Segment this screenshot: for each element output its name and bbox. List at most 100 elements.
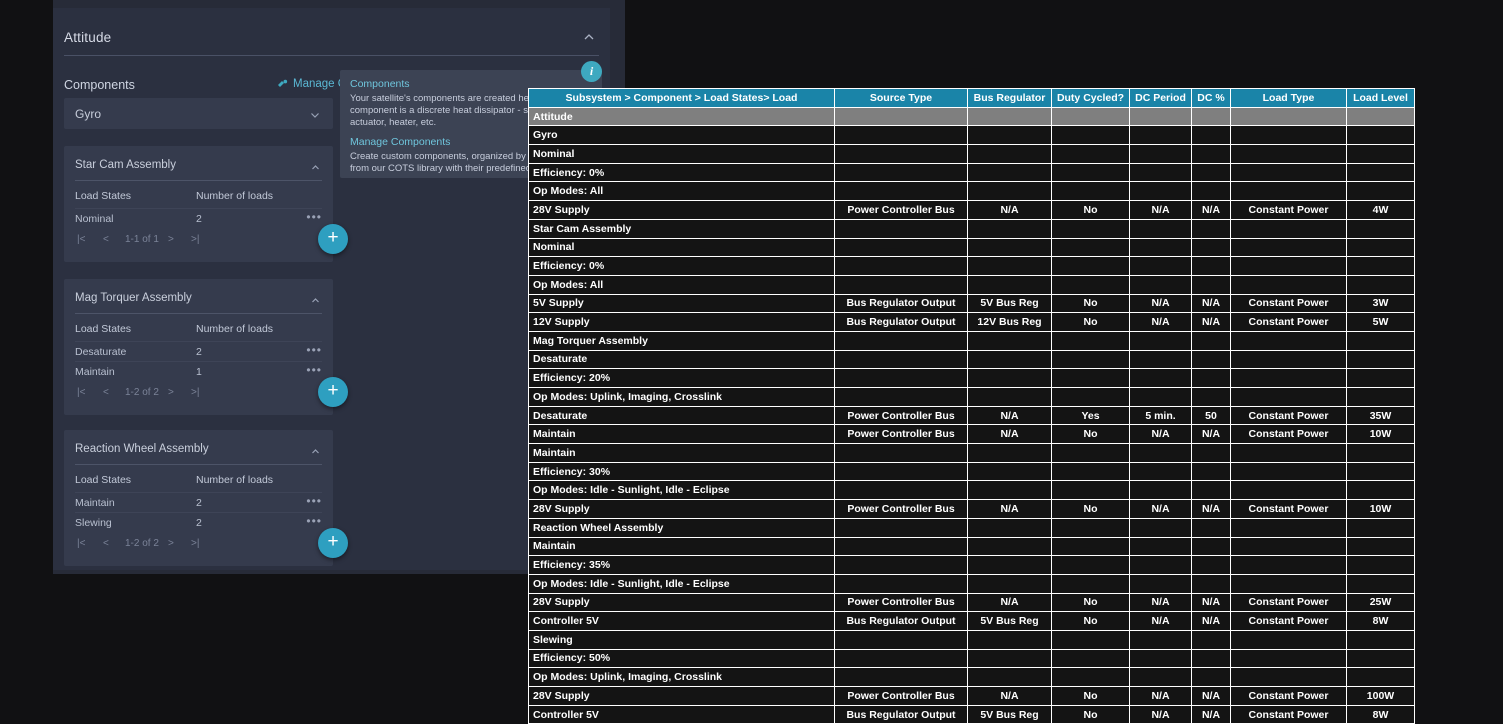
table-group-row[interactable]: Attitude <box>528 106 1415 127</box>
table-cell <box>1129 387 1192 407</box>
pager-next-button[interactable]: > <box>168 387 174 398</box>
table-cell <box>1051 573 1130 594</box>
pager-next-button[interactable]: > <box>168 538 174 549</box>
table-cell: Controller 5V <box>528 611 835 631</box>
table-cell <box>1051 218 1130 239</box>
table-row[interactable]: Mag Torquer Assembly <box>528 330 1415 351</box>
column-header[interactable]: DC % <box>1191 88 1231 108</box>
table-row[interactable]: Op Modes: Idle - Sunlight, Idle - Eclips… <box>528 573 1415 594</box>
table-row[interactable]: Gyro <box>528 125 1415 146</box>
load-state-row[interactable]: Nominal 2 ••• <box>75 208 322 228</box>
table-cell <box>834 274 968 295</box>
table-cell <box>1230 330 1347 351</box>
table-row[interactable]: Op Modes: Uplink, Imaging, Crosslink <box>528 387 1415 407</box>
pager-prev-button[interactable]: < <box>103 234 109 245</box>
pager-first-button[interactable]: |< <box>77 387 85 398</box>
app-root: Attitude Components Manage Components Gy… <box>0 0 1503 724</box>
load-state-row[interactable]: Slewing 2 ••• <box>75 512 322 532</box>
table-row[interactable]: Maintain <box>528 536 1415 557</box>
load-state-row[interactable]: Maintain 2 ••• <box>75 492 322 512</box>
pager-last-button[interactable]: >| <box>191 538 199 549</box>
load-state-row[interactable]: Maintain 1 ••• <box>75 361 322 381</box>
table-row[interactable]: Desaturate <box>528 349 1415 370</box>
table-cell: N/A <box>1129 424 1192 445</box>
column-header[interactable]: Bus Regulator <box>967 88 1052 108</box>
table-row[interactable]: Controller 5V Bus Regulator Output 5V Bus … <box>528 611 1415 631</box>
table-row[interactable]: Efficiency: 0% <box>528 256 1415 276</box>
row-menu-icon[interactable]: ••• <box>306 210 322 224</box>
row-menu-icon[interactable]: ••• <box>306 514 322 528</box>
panel-header[interactable]: Attitude <box>53 8 610 54</box>
pager-last-button[interactable]: >| <box>191 387 199 398</box>
pager-prev-button[interactable]: < <box>103 538 109 549</box>
table-cell: Constant Power <box>1230 200 1347 220</box>
table-row[interactable]: 5V Supply Bus Regulator Output 5V Bus Reg N… <box>528 293 1415 314</box>
table-cell: 12V Supply <box>528 312 835 332</box>
column-header[interactable]: Load Level <box>1346 88 1415 108</box>
info-icon[interactable]: i <box>581 61 602 82</box>
row-menu-icon[interactable]: ••• <box>306 343 322 357</box>
table-cell <box>834 237 968 258</box>
table-cell <box>967 125 1052 146</box>
table-row[interactable]: 12V Supply Bus Regulator Output 12V Bus Re… <box>528 312 1415 332</box>
table-row[interactable]: Nominal <box>528 144 1415 164</box>
table-cell: 3W <box>1346 293 1415 314</box>
table-row[interactable]: Efficiency: 35% <box>528 555 1415 575</box>
column-header[interactable]: Load Type <box>1230 88 1347 108</box>
table-row[interactable]: Op Modes: Idle - Sunlight, Idle - Eclips… <box>528 480 1415 501</box>
pager-first-button[interactable]: |< <box>77 538 85 549</box>
table-cell <box>967 480 1052 501</box>
column-header[interactable]: Source Type <box>834 88 968 108</box>
table-row[interactable]: Maintain <box>528 443 1415 463</box>
table-row[interactable]: Slewing <box>528 629 1415 650</box>
add-load-button[interactable]: + <box>318 224 348 254</box>
table-row[interactable]: Maintain Power Controller Bus N/A No N/A N/A C… <box>528 424 1415 445</box>
load-state-row[interactable]: Desaturate 2 ••• <box>75 341 322 361</box>
table-cell: Maintain <box>528 424 835 445</box>
column-header[interactable]: DC Period <box>1129 88 1192 108</box>
table-body: Attitude Gyro Nominal Efficiency: 0% Op Mode… <box>528 106 1415 724</box>
add-load-button[interactable]: + <box>318 377 348 407</box>
table-row[interactable]: 28V Supply Power Controller Bus N/A No N/A N/… <box>528 592 1415 613</box>
table-row[interactable]: Efficiency: 50% <box>528 648 1415 669</box>
table-cell: Power Controller Bus <box>834 200 968 220</box>
column-header[interactable]: Duty Cycled? <box>1051 88 1130 108</box>
table-cell <box>1346 218 1415 239</box>
table-cell <box>1129 368 1192 388</box>
chevron-up-icon[interactable] <box>310 444 321 455</box>
table-row[interactable]: Nominal <box>528 237 1415 258</box>
table-cell <box>1191 218 1231 239</box>
table-cell <box>1230 629 1347 650</box>
column-header[interactable]: Subsystem > Component > Load States> Loa… <box>528 88 835 108</box>
row-menu-icon[interactable]: ••• <box>306 363 322 377</box>
table-cell <box>1230 573 1347 594</box>
table-row[interactable]: Op Modes: All <box>528 274 1415 295</box>
table-row[interactable]: Reaction Wheel Assembly <box>528 517 1415 538</box>
table-row[interactable]: Op Modes: Uplink, Imaging, Crosslink <box>528 667 1415 687</box>
table-cell <box>1129 162 1192 183</box>
table-row[interactable]: Efficiency: 30% <box>528 461 1415 482</box>
component-select[interactable]: Gyro <box>64 98 333 129</box>
chevron-up-icon[interactable] <box>310 160 321 171</box>
chevron-up-icon[interactable] <box>582 30 596 44</box>
table-row[interactable]: 28V Supply Power Controller Bus N/A No N/A N/… <box>528 200 1415 220</box>
table-cell <box>1191 648 1231 669</box>
table-row[interactable]: 28V Supply Power Controller Bus N/A No N/A N/… <box>528 499 1415 519</box>
table-row[interactable]: Desaturate Power Controller Bus N/A Yes 5 mi… <box>528 405 1415 426</box>
table-cell: Power Controller Bus <box>834 686 968 706</box>
table-row[interactable]: Efficiency: 20% <box>528 368 1415 388</box>
pager-next-button[interactable]: > <box>168 234 174 245</box>
table-row[interactable]: Controller 5V Bus Regulator Output 5V Bus … <box>528 704 1415 724</box>
pager-first-button[interactable]: |< <box>77 234 85 245</box>
pager-prev-button[interactable]: < <box>103 387 109 398</box>
chevron-up-icon[interactable] <box>310 293 321 304</box>
table-cell: Nominal <box>528 237 835 258</box>
table-row[interactable]: Star Cam Assembly <box>528 218 1415 239</box>
table-row[interactable]: Op Modes: All <box>528 181 1415 202</box>
add-load-button[interactable]: + <box>318 528 348 558</box>
table-row[interactable]: 28V Supply Power Controller Bus N/A No N/A N/… <box>528 686 1415 706</box>
row-menu-icon[interactable]: ••• <box>306 494 322 508</box>
pagination: |< <1-1 of 1 > >| <box>75 230 322 252</box>
table-row[interactable]: Efficiency: 0% <box>528 162 1415 183</box>
pager-last-button[interactable]: >| <box>191 234 199 245</box>
